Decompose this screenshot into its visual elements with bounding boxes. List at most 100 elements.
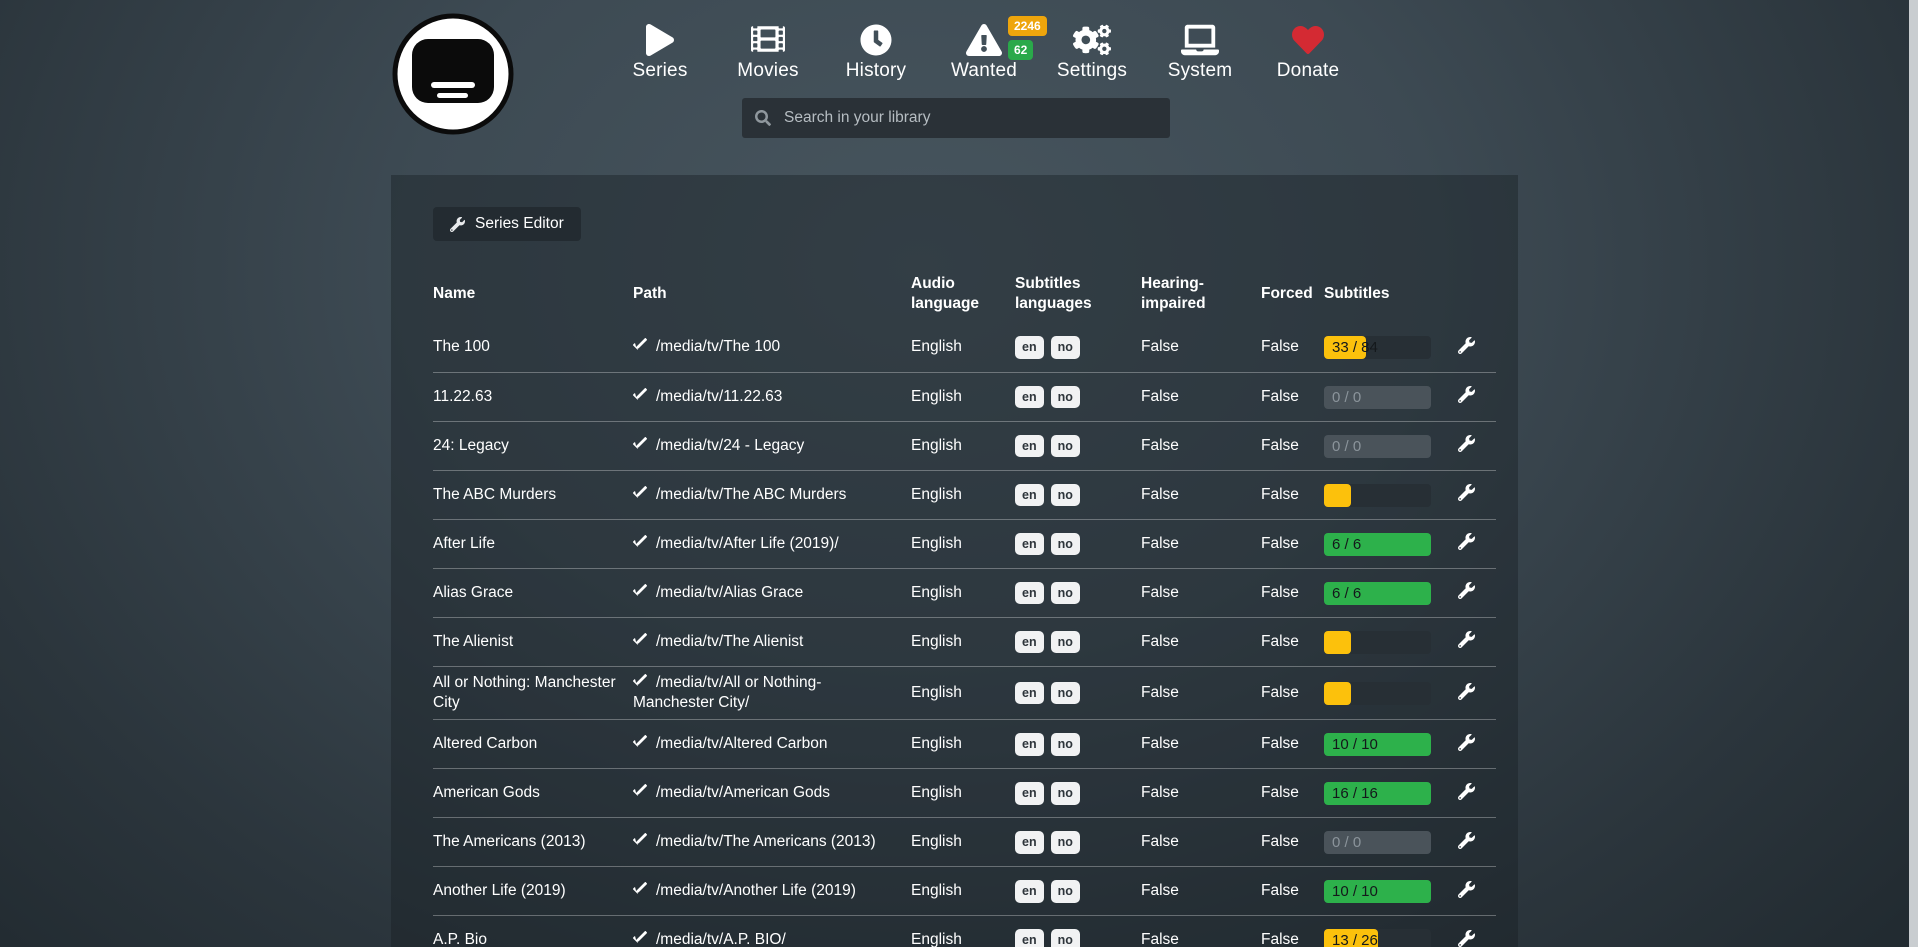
progress-fill xyxy=(1324,682,1351,705)
subtitle-language-badges: enno xyxy=(1015,880,1141,903)
subtitle-language-badges: enno xyxy=(1015,782,1141,805)
edit-series-button[interactable] xyxy=(1456,335,1477,359)
edit-series-button[interactable] xyxy=(1456,879,1477,903)
series-name-link[interactable]: The Alienist xyxy=(433,632,633,652)
subtitles-progress-cell: 16 / 16 xyxy=(1324,782,1456,805)
page-scrollbar[interactable] xyxy=(1909,0,1918,947)
row-actions xyxy=(1456,384,1496,409)
series-path: /media/tv/American Gods xyxy=(633,783,911,803)
subtitles-progress-cell: 10 / 10 xyxy=(1324,880,1456,903)
subtitle-language-badges: enno xyxy=(1015,386,1141,409)
edit-series-button[interactable] xyxy=(1456,482,1477,506)
language-badge: en xyxy=(1015,682,1044,705)
series-name-link[interactable]: All or Nothing: Manchester City xyxy=(433,673,633,713)
search-icon xyxy=(755,110,771,126)
audio-language-value: English xyxy=(911,632,1015,652)
series-path: /media/tv/11.22.63 xyxy=(633,387,911,407)
edit-series-button[interactable] xyxy=(1456,531,1477,555)
search-input[interactable] xyxy=(782,108,1157,128)
app-logo[interactable] xyxy=(391,12,515,136)
series-name-link[interactable]: The 100 xyxy=(433,337,633,357)
series-name-link[interactable]: 24: Legacy xyxy=(433,436,633,456)
hearing-impaired-value: False xyxy=(1141,485,1261,505)
series-editor-label: Series Editor xyxy=(475,215,564,233)
subtitles-progress-cell xyxy=(1324,484,1456,507)
language-badge: no xyxy=(1051,484,1080,507)
edit-series-button[interactable] xyxy=(1456,384,1477,408)
series-path: /media/tv/After Life (2019)/ xyxy=(633,534,911,554)
nav-label: Donate xyxy=(1277,60,1339,82)
subtitles-progress-bar: 33 / 84 xyxy=(1324,336,1431,359)
series-path-text: /media/tv/24 - Legacy xyxy=(656,437,804,454)
audio-language-value: English xyxy=(911,930,1015,947)
series-name-link[interactable]: The Americans (2013) xyxy=(433,832,633,852)
language-badge: no xyxy=(1051,880,1080,903)
hearing-impaired-value: False xyxy=(1141,436,1261,456)
edit-series-button[interactable] xyxy=(1456,681,1477,705)
nav-item-movies[interactable]: Movies xyxy=(714,14,822,82)
wrench-icon xyxy=(1458,337,1475,354)
series-path: /media/tv/24 - Legacy xyxy=(633,436,911,456)
series-name-link[interactable]: A.P. Bio xyxy=(433,930,633,947)
progress-label: 16 / 16 xyxy=(1332,782,1378,805)
subtitles-progress-bar: 16 / 16 xyxy=(1324,782,1431,805)
audio-language-value: English xyxy=(911,436,1015,456)
table-row: The Americans (2013) /media/tv/The Ameri… xyxy=(433,817,1496,866)
gears-icon xyxy=(1073,14,1111,56)
series-name-link[interactable]: Altered Carbon xyxy=(433,734,633,754)
language-badge: no xyxy=(1051,386,1080,409)
forced-value: False xyxy=(1261,485,1324,505)
edit-series-button[interactable] xyxy=(1456,732,1477,756)
edit-series-button[interactable] xyxy=(1456,781,1477,805)
series-name-link[interactable]: Another Life (2019) xyxy=(433,881,633,901)
row-actions xyxy=(1456,928,1496,947)
series-name-link[interactable]: 11.22.63 xyxy=(433,387,633,407)
wrench-icon xyxy=(1458,484,1475,501)
nav-item-system[interactable]: System xyxy=(1146,14,1254,82)
row-actions xyxy=(1456,580,1496,605)
check-icon xyxy=(633,486,647,500)
progress-label: 0 / 0 xyxy=(1332,435,1361,458)
nav-item-series[interactable]: Series xyxy=(606,14,714,82)
series-name-link[interactable]: Alias Grace xyxy=(433,583,633,603)
edit-series-button[interactable] xyxy=(1456,580,1477,604)
edit-series-button[interactable] xyxy=(1456,928,1477,947)
subtitle-language-badges: enno xyxy=(1015,682,1141,705)
language-badge: en xyxy=(1015,386,1044,409)
subtitles-progress-cell: 6 / 6 xyxy=(1324,533,1456,556)
progress-fill xyxy=(1324,484,1351,507)
audio-language-value: English xyxy=(911,387,1015,407)
subtitles-progress-cell: 0 / 0 xyxy=(1324,831,1456,854)
wrench-icon xyxy=(1458,881,1475,898)
hearing-impaired-value: False xyxy=(1141,534,1261,554)
series-name-link[interactable]: The ABC Murders xyxy=(433,485,633,505)
series-name-link[interactable]: After Life xyxy=(433,534,633,554)
series-editor-button[interactable]: Series Editor xyxy=(433,207,581,241)
subtitles-progress-bar: 0 / 0 xyxy=(1324,435,1431,458)
series-path-text: /media/tv/11.22.63 xyxy=(656,388,782,405)
wrench-icon xyxy=(1458,631,1475,648)
series-name-link[interactable]: American Gods xyxy=(433,783,633,803)
warning-triangle-icon xyxy=(966,14,1002,56)
edit-series-button[interactable] xyxy=(1456,830,1477,854)
nav-item-settings[interactable]: Settings xyxy=(1038,14,1146,82)
nav-item-wanted[interactable]: Wanted 2246 62 xyxy=(930,14,1038,82)
check-icon xyxy=(633,784,647,798)
header-subtitles-languages: Subtitles languages xyxy=(1015,274,1141,314)
language-badge: no xyxy=(1051,533,1080,556)
language-badge: en xyxy=(1015,533,1044,556)
check-icon xyxy=(633,633,647,647)
language-badge: no xyxy=(1051,782,1080,805)
series-path-text: /media/tv/The ABC Murders xyxy=(656,486,846,503)
nav-item-history[interactable]: History xyxy=(822,14,930,82)
header-subtitles: Subtitles xyxy=(1324,284,1456,304)
audio-language-value: English xyxy=(911,583,1015,603)
series-path-text: /media/tv/Alias Grace xyxy=(656,584,803,601)
subtitles-progress-cell: 13 / 26 xyxy=(1324,929,1456,947)
forced-value: False xyxy=(1261,436,1324,456)
edit-series-button[interactable] xyxy=(1456,433,1477,457)
edit-series-button[interactable] xyxy=(1456,629,1477,653)
nav-item-donate[interactable]: Donate xyxy=(1254,14,1362,82)
series-path-text: /media/tv/Another Life (2019) xyxy=(656,882,856,899)
wrench-icon xyxy=(1458,930,1475,947)
